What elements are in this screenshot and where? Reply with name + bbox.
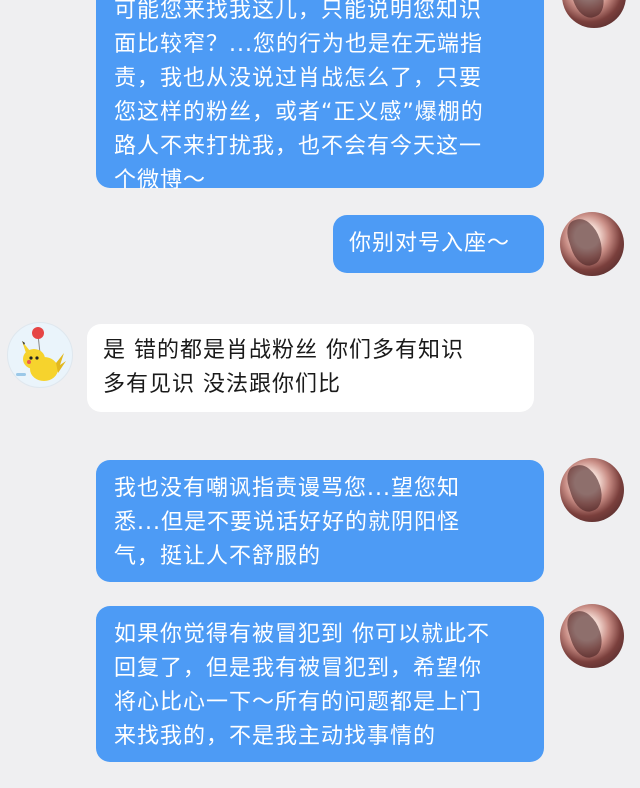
message-line: 悉...但是不要说话好好的就阴阳怪 <box>114 510 460 535</box>
message-bubble-outgoing[interactable]: 可能您来找我这儿，只能说明您知识 面比较窄？...您的行为也是在无端指 责，我也… <box>96 0 544 193</box>
message-line: 气，挺让人不舒服的 <box>114 544 322 569</box>
user-avatar[interactable] <box>562 0 626 28</box>
message-line: 来找我的，不是我主动找事情的 <box>114 724 437 749</box>
user-avatar[interactable] <box>560 212 624 276</box>
message-line: 回复了，但是我有被冒犯到，希望你 <box>114 656 483 681</box>
contact-avatar[interactable] <box>7 322 73 388</box>
pikachu-icon <box>16 327 66 381</box>
user-avatar[interactable] <box>560 604 624 668</box>
message-line: 我也没有嘲讽指责谩骂您...望您知 <box>114 476 460 501</box>
message-line: 责，我也从没说过肖战怎么了，只要 <box>114 66 483 91</box>
message-line: 多有见识 没法跟你们比 <box>103 372 341 397</box>
message-bubble-incoming[interactable]: 是 错的都是肖战粉丝 你们多有知识 多有见识 没法跟你们比 <box>87 324 534 412</box>
message-line: 将心比心一下～所有的问题都是上门 <box>114 690 483 715</box>
user-avatar[interactable] <box>560 458 624 522</box>
message-line: 您这样的粉丝，或者“正义感”爆棚的 <box>114 100 484 125</box>
message-bubble-outgoing[interactable]: 我也没有嘲讽指责谩骂您...望您知 悉...但是不要说话好好的就阴阳怪 气，挺让… <box>96 460 544 582</box>
message-bubble-outgoing[interactable]: 你别对号入座～ <box>333 215 544 273</box>
message-line: 面比较窄？...您的行为也是在无端指 <box>114 32 483 57</box>
message-bubble-outgoing[interactable]: 如果你觉得有被冒犯到 你可以就此不 回复了，但是我有被冒犯到，希望你 将心比心一… <box>96 606 544 762</box>
message-line: 路人不来打扰我，也不会有今天这一 <box>114 134 483 159</box>
message-line: 如果你觉得有被冒犯到 你可以就此不 <box>114 622 490 647</box>
message-line: 你别对号入座～ <box>349 231 511 256</box>
message-line: 个微博～ <box>114 168 207 193</box>
message-line: 可能您来找我这儿，只能说明您知识 <box>114 0 483 23</box>
message-line: 是 错的都是肖战粉丝 你们多有知识 <box>103 338 464 363</box>
